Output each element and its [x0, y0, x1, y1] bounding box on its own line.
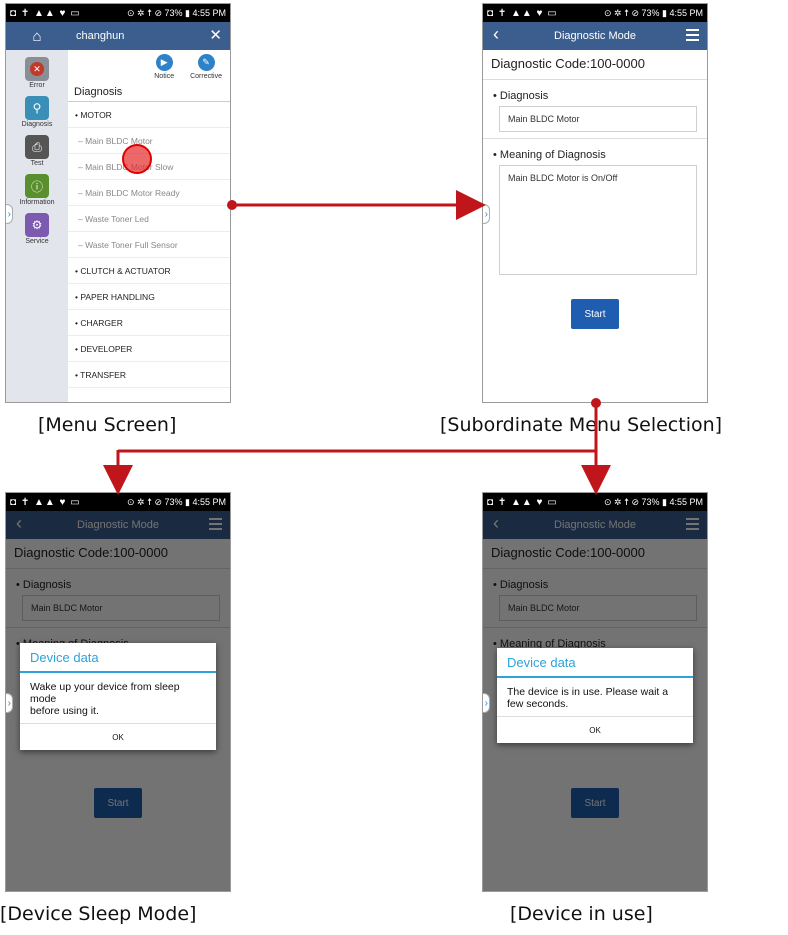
- flow-arrows: [103, 190, 611, 495]
